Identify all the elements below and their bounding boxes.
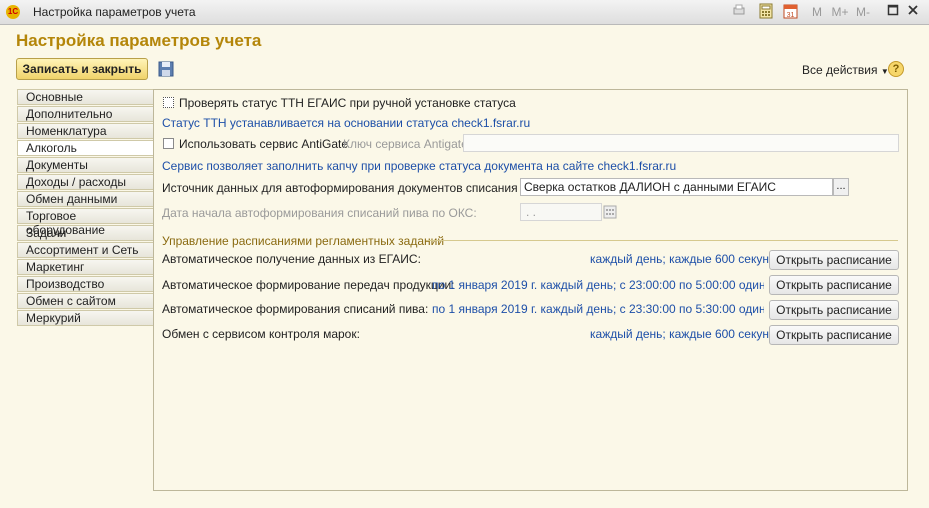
schedule-row-label: Автоматическое формирования списаний пив…	[162, 302, 429, 316]
calendar-picker-icon[interactable]	[603, 204, 617, 220]
sidebar-item-marketing[interactable]: Маркетинг	[17, 259, 153, 275]
antigate-label: Использовать сервис AntiGate	[179, 137, 349, 151]
schedule-row-value[interactable]: каждый день; каждые 600 секунд	[590, 252, 776, 266]
beer-start-date-field[interactable]: . .	[520, 203, 602, 221]
close-icon[interactable]	[906, 3, 920, 21]
print-icon[interactable]	[732, 3, 746, 21]
memory-plus-button[interactable]: M+	[831, 3, 849, 21]
schedule-section-title: Управление расписаниями регламентных зад…	[162, 234, 445, 248]
sidebar-item-additional[interactable]: Дополнительно	[17, 106, 153, 122]
form-heading: Настройка параметров учета	[16, 31, 262, 50]
help-icon[interactable]: ?	[888, 61, 904, 77]
memory-minus-button[interactable]: M-	[854, 3, 872, 21]
beer-source-label: Источник данных для автоформирования док…	[162, 181, 551, 195]
svg-text:31: 31	[786, 12, 794, 19]
antigate-checkbox[interactable]	[163, 138, 174, 149]
sidebar-item-nomenclature[interactable]: Номенклатура	[17, 123, 153, 139]
antigate-key-field[interactable]	[463, 134, 899, 152]
open-schedule-button[interactable]: Открыть расписание	[769, 300, 899, 320]
maximize-icon[interactable]	[886, 3, 900, 21]
sidebar-item-alcohol[interactable]: Алкоголь	[17, 140, 153, 156]
all-actions-label: Все действия	[802, 63, 878, 77]
open-schedule-button[interactable]: Открыть расписание	[769, 325, 899, 345]
beer-source-field[interactable]: Сверка остатков ДАЛИОН с данными ЕГАИС	[520, 178, 833, 196]
save-disk-icon[interactable]	[158, 61, 174, 77]
sidebar-item-main[interactable]: Основные	[17, 89, 153, 105]
open-schedule-button[interactable]: Открыть расписание	[769, 275, 899, 295]
antigate-key-label: Ключ сервиса Antigate:	[343, 137, 472, 151]
sidebar-item-documents[interactable]: Документы	[17, 157, 153, 173]
sidebar-item-mercury[interactable]: Меркурий	[17, 310, 153, 326]
check-ttn-checkbox[interactable]	[163, 97, 174, 108]
check-ttn-note: Статус ТТН устанавливается на основании …	[162, 116, 531, 130]
open-schedule-button[interactable]: Открыть расписание	[769, 250, 899, 270]
window-title: Настройка параметров учета	[33, 5, 196, 19]
sidebar-item-data-exchange[interactable]: Обмен данными	[17, 191, 153, 207]
1c-logo-icon: 1C	[6, 5, 20, 19]
schedule-row-label: Автоматическое получение данных из ЕГАИС…	[162, 252, 421, 266]
save-and-close-button[interactable]: Записать и закрыть	[16, 58, 148, 80]
beer-start-date-label: Дата начала автоформирования списаний пи…	[162, 206, 477, 220]
calendar-icon[interactable]: 31	[782, 3, 798, 21]
schedule-row-label: Обмен с сервисом контроля марок:	[162, 327, 360, 341]
window-titlebar: 1C Настройка параметров учета 31 M M+ M-	[0, 0, 929, 25]
sidebar-item-trade-equipment[interactable]: Торговое оборудование	[17, 208, 153, 237]
sidebar-item-assortment-network[interactable]: Ассортимент и Сеть	[17, 242, 153, 258]
schedule-row-value[interactable]: по 1 января 2019 г. каждый день; с 23:30…	[432, 302, 764, 316]
memory-button[interactable]: M	[810, 3, 824, 21]
sidebar-item-production[interactable]: Производство	[17, 276, 153, 292]
antigate-note: Сервис позволяет заполнить капчу при про…	[162, 159, 677, 173]
settings-sidebar: Основные Дополнительно Номенклатура Алко…	[17, 89, 153, 327]
schedule-row-value[interactable]: каждый день; каждые 600 секунд	[590, 327, 776, 341]
schedule-row-label: Автоматическое формирование передач прод…	[162, 278, 455, 292]
all-actions-menu[interactable]: Все действия ▼	[802, 63, 889, 77]
calculator-icon[interactable]	[758, 3, 774, 21]
section-divider	[426, 240, 898, 241]
sidebar-item-income-expenses[interactable]: Доходы / расходы	[17, 174, 153, 190]
schedule-row-value[interactable]: по 1 января 2019 г. каждый день; с 23:00…	[432, 278, 764, 292]
sidebar-item-site-exchange[interactable]: Обмен с сайтом	[17, 293, 153, 309]
check-ttn-label: Проверять статус ТТН ЕГАИС при ручной ус…	[179, 96, 516, 110]
beer-source-select-button[interactable]: ...	[833, 178, 849, 196]
